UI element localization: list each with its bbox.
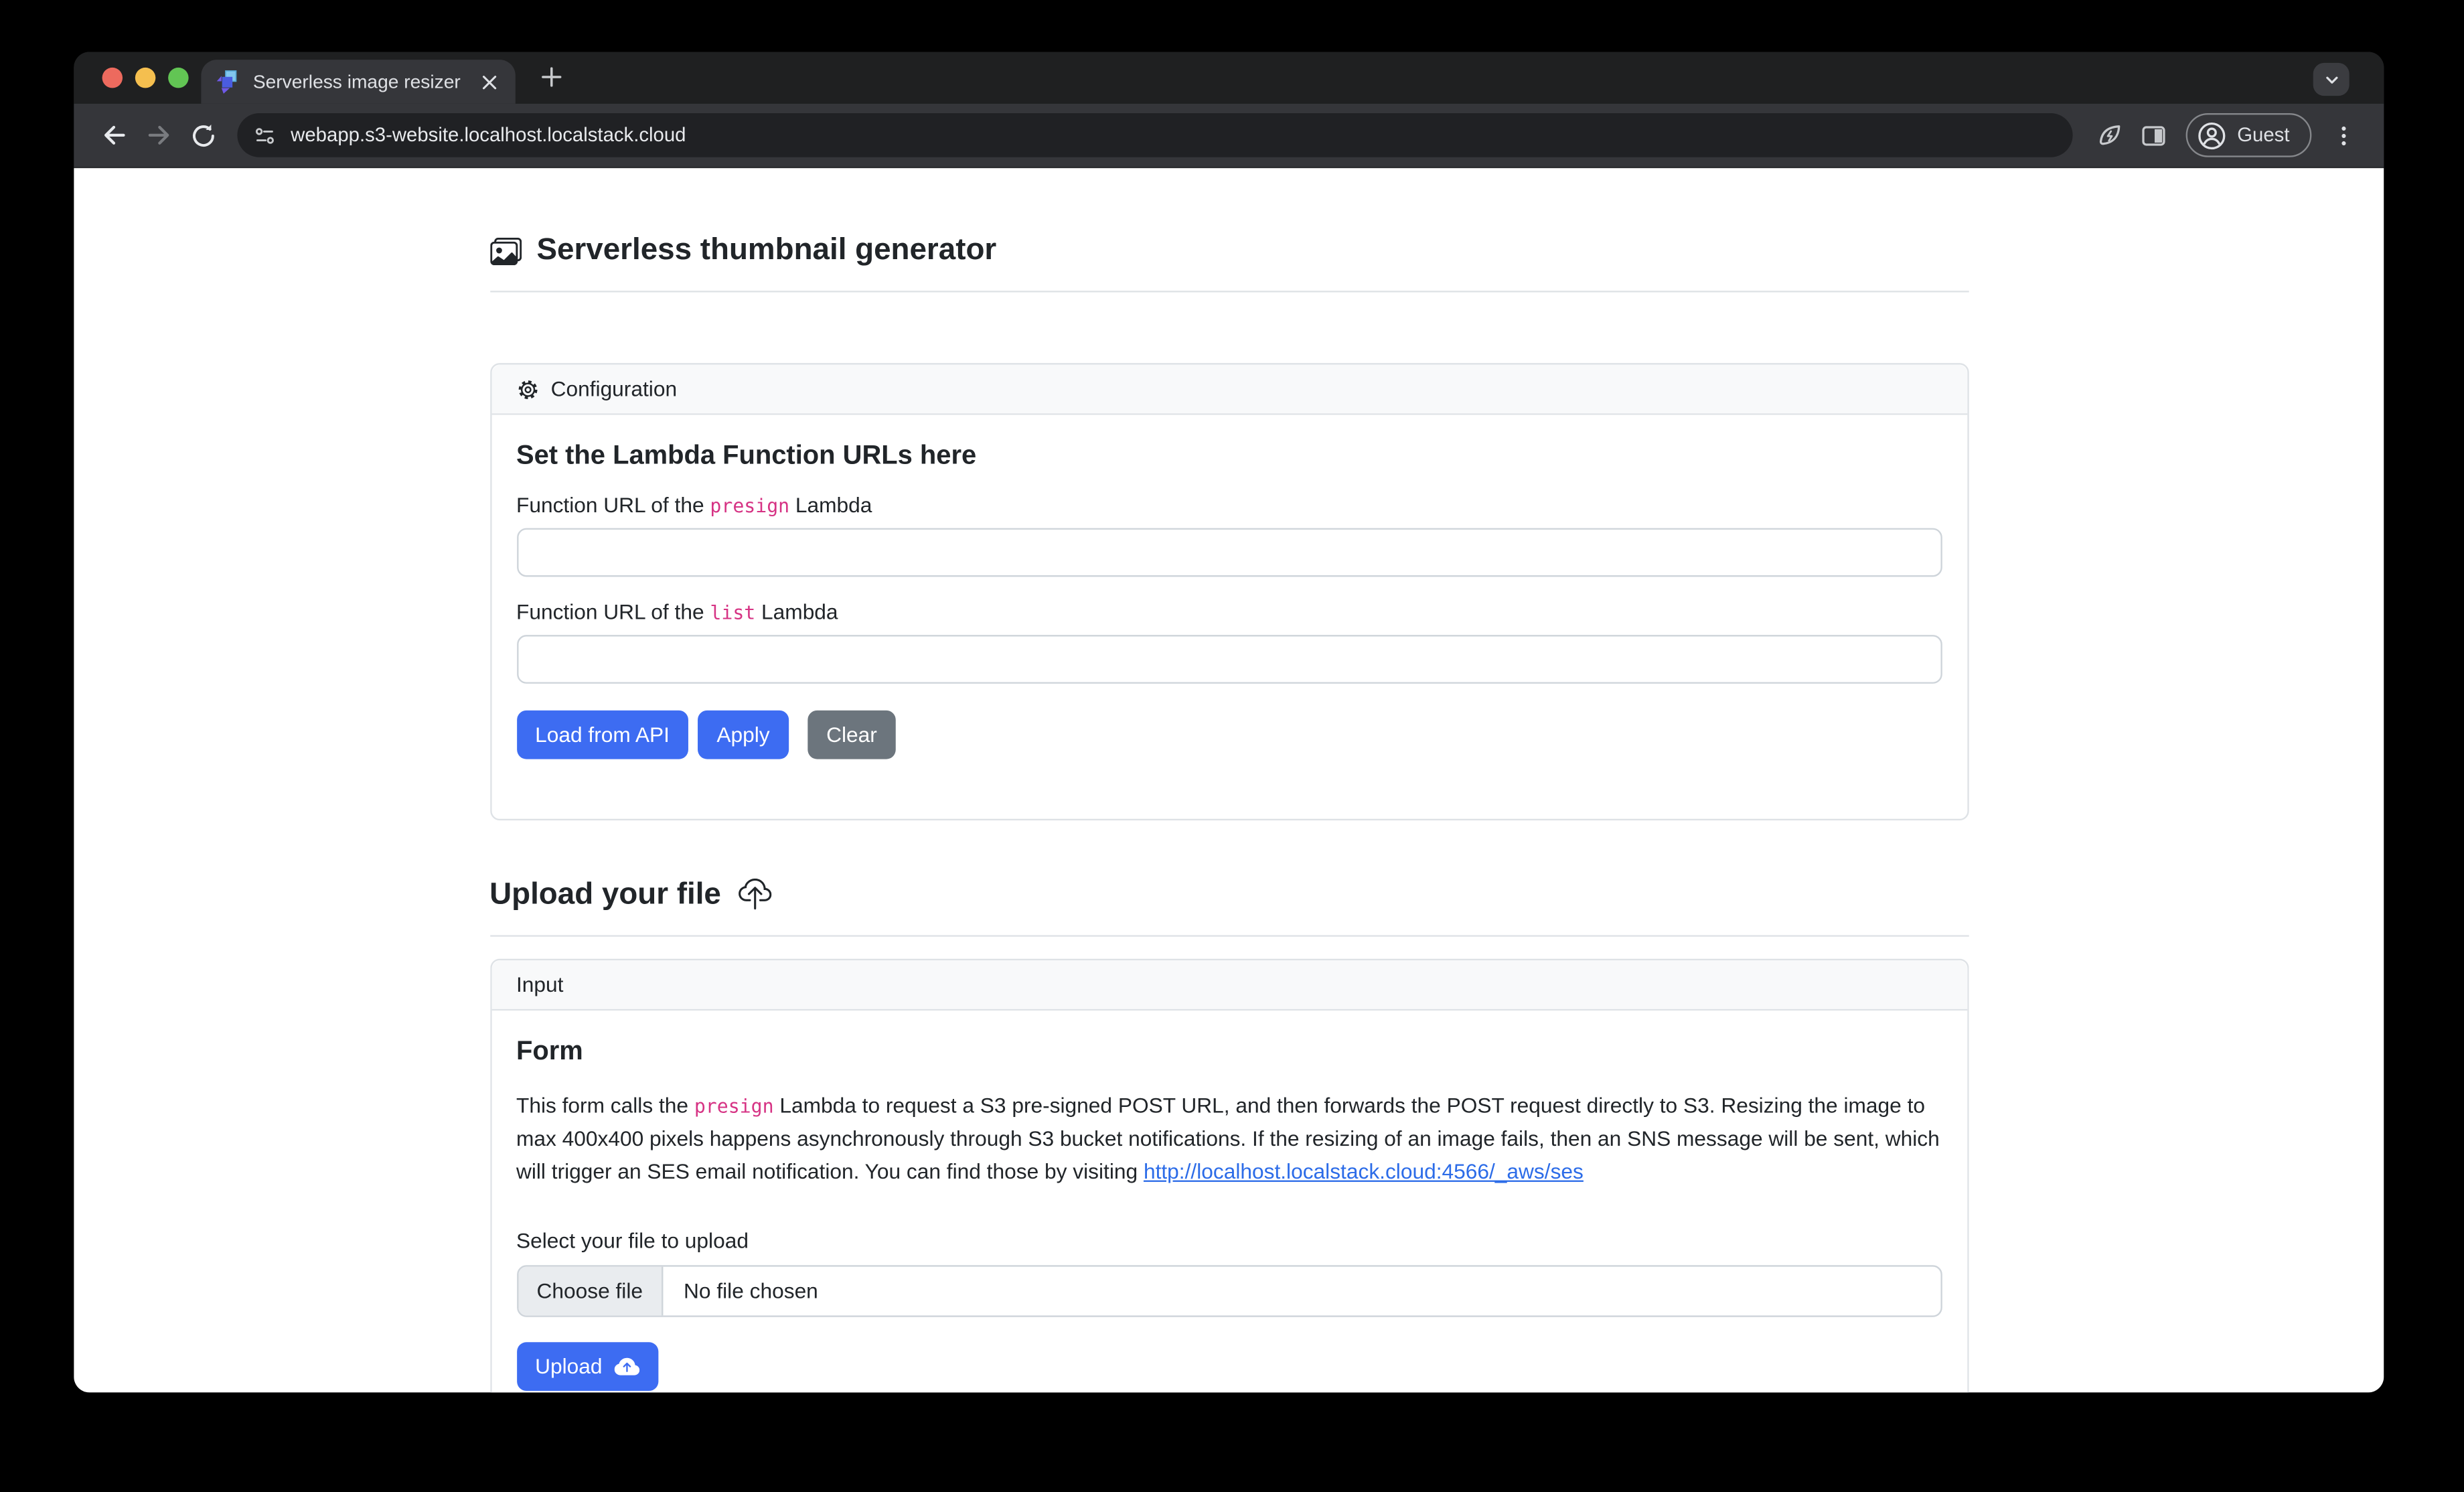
- file-input[interactable]: Choose file No file chosen: [516, 1266, 1942, 1317]
- energy-saver-icon[interactable]: [2088, 113, 2132, 157]
- forward-icon[interactable]: [137, 113, 181, 157]
- profile-icon: [2196, 121, 2226, 151]
- address-bar[interactable]: webapp.s3-website.localhost.localstack.c…: [237, 113, 2072, 157]
- page-content: Serverless thumbnail generator Co: [74, 168, 2384, 1392]
- url-text: webapp.s3-website.localhost.localstack.c…: [291, 124, 686, 146]
- upload-button[interactable]: Upload: [516, 1343, 659, 1392]
- close-icon[interactable]: [476, 69, 502, 94]
- tab-serverless-image-resizer[interactable]: Serverless image resizer: [201, 60, 515, 104]
- gear-icon: [516, 378, 538, 400]
- presign-url-label: Function URL of the presign Lambda: [516, 494, 1942, 517]
- list-url-label: Function URL of the list Lambda: [516, 601, 1942, 624]
- configuration-card-header: Configuration: [491, 364, 1967, 415]
- form-description: This form calls the presign Lambda to re…: [516, 1089, 1942, 1188]
- reload-icon[interactable]: [181, 113, 225, 157]
- form-heading: Form: [516, 1036, 1942, 1067]
- tab-search-button[interactable]: [2313, 63, 2350, 96]
- input-card-title: Input: [516, 973, 563, 996]
- side-panel-icon[interactable]: [2132, 113, 2176, 157]
- window-controls: [102, 68, 189, 88]
- configuration-card-title: Configuration: [551, 377, 677, 400]
- back-icon[interactable]: [92, 113, 137, 157]
- clear-button[interactable]: Clear: [807, 711, 896, 759]
- page-title-text: Serverless thumbnail generator: [536, 232, 996, 269]
- minimize-window-button[interactable]: [135, 68, 156, 88]
- profile-label: Guest: [2237, 124, 2289, 146]
- site-controls-icon[interactable]: [253, 123, 277, 147]
- tab-title: Serverless image resizer: [253, 71, 463, 93]
- images-icon: [489, 235, 521, 267]
- file-select-label: Select your file to upload: [516, 1229, 1942, 1253]
- configuration-card: Configuration Set the Lambda Function UR…: [489, 363, 1968, 820]
- input-card: Input Form This form calls the presign L…: [489, 959, 1968, 1393]
- upload-heading-text: Upload your file: [489, 877, 721, 913]
- apply-button[interactable]: Apply: [698, 711, 789, 759]
- new-tab-button[interactable]: [531, 56, 572, 96]
- close-window-button[interactable]: [102, 68, 123, 88]
- divider: [489, 935, 1968, 936]
- favicon: [216, 69, 241, 94]
- presign-url-input[interactable]: [516, 528, 1942, 577]
- input-card-header: Input: [491, 960, 1967, 1011]
- profile-button[interactable]: Guest: [2185, 113, 2312, 157]
- browser-toolbar: webapp.s3-website.localhost.localstack.c…: [74, 104, 2384, 168]
- list-url-input[interactable]: [516, 635, 1942, 684]
- upload-button-label: Upload: [535, 1355, 602, 1378]
- load-from-api-button[interactable]: Load from API: [516, 711, 688, 759]
- upload-section-heading: Upload your file: [489, 877, 1968, 913]
- list-code: list: [710, 602, 755, 624]
- cloud-upload-fill-icon: [615, 1354, 640, 1379]
- presign-code: presign: [694, 1096, 774, 1118]
- tab-strip: Serverless image resizer: [74, 52, 2384, 103]
- zoom-window-button[interactable]: [168, 68, 189, 88]
- page-title: Serverless thumbnail generator: [489, 168, 1968, 269]
- screen: Serverless image resizer: [0, 0, 2464, 1492]
- choose-file-button[interactable]: Choose file: [518, 1267, 663, 1316]
- presign-code: presign: [710, 495, 789, 517]
- divider: [489, 291, 1968, 292]
- cloud-upload-icon: [739, 879, 771, 911]
- ses-link[interactable]: http://localhost.localstack.cloud:4566/_…: [1144, 1160, 1584, 1183]
- file-status-text: No file chosen: [664, 1267, 839, 1316]
- config-heading: Set the Lambda Function URLs here: [516, 440, 1942, 471]
- kebab-menu-icon[interactable]: [2321, 113, 2365, 157]
- browser-window: Serverless image resizer: [74, 52, 2384, 1392]
